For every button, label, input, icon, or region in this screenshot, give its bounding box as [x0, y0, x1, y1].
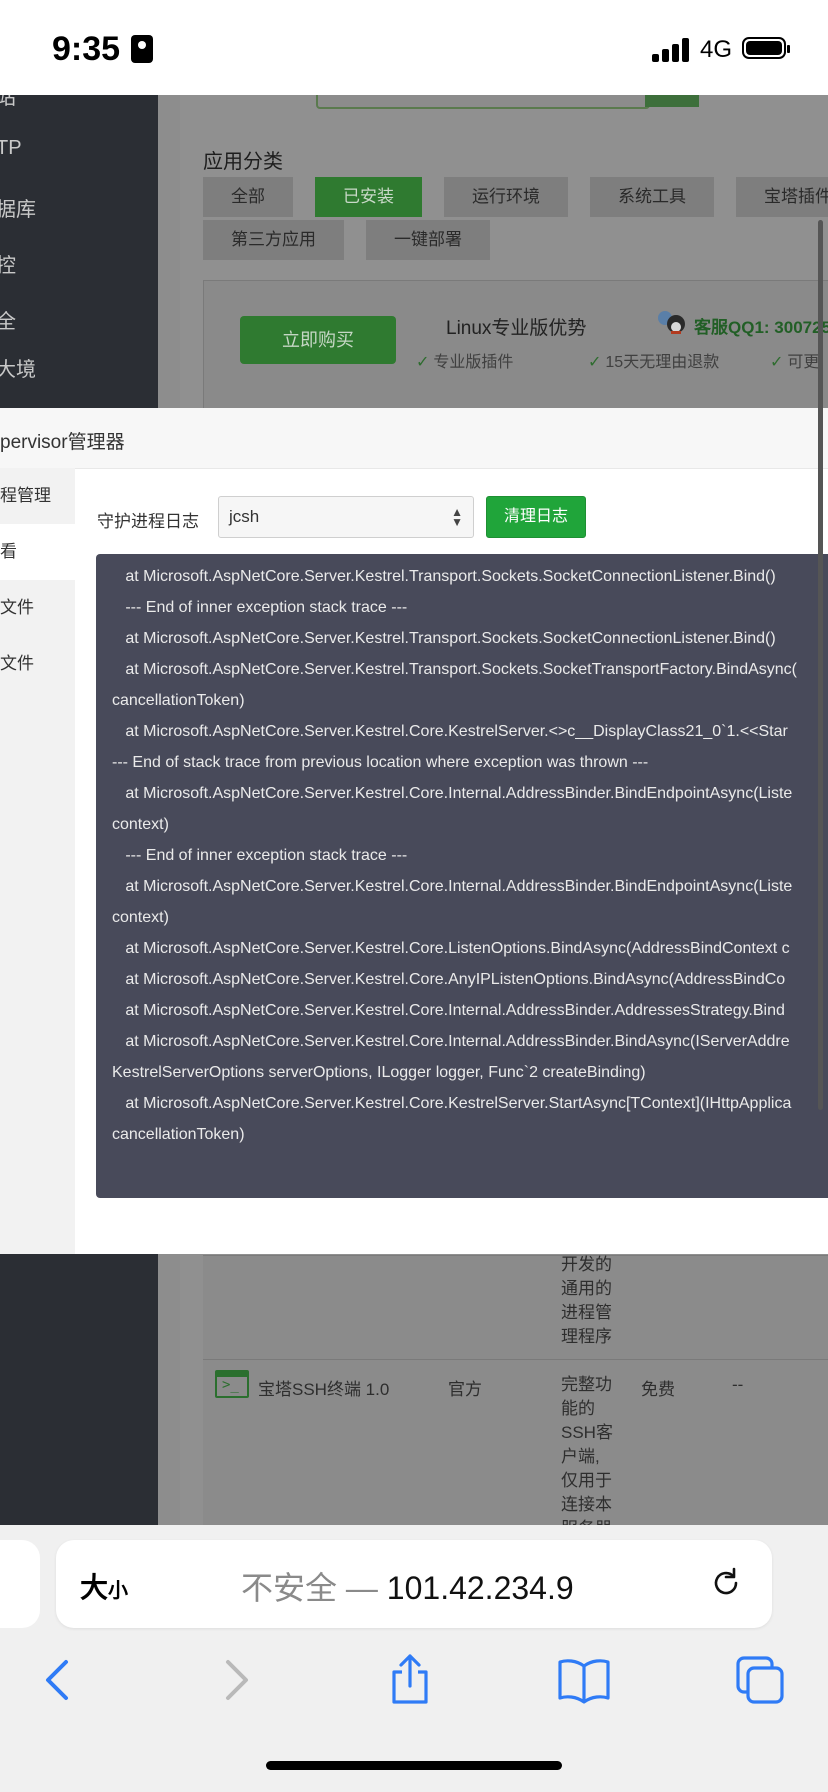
log-line: at Microsoft.AspNetCore.Server.Kestrel.C… — [112, 878, 793, 895]
insecure-label: 不安全 — — [241, 1570, 387, 1606]
tab-process-management[interactable]: 程管理 — [0, 468, 75, 524]
feature-item: ✓ 专业版插件 — [416, 354, 514, 371]
back-icon[interactable] — [28, 1650, 88, 1710]
bg-sidebar-item[interactable]: 控 — [0, 249, 16, 278]
home-indicator — [266, 1761, 562, 1770]
status-bar: 9:35 4G — [0, 0, 828, 95]
log-line: at Microsoft.AspNetCore.Server.Kestrel.C… — [112, 723, 788, 740]
previous-tab-preview[interactable] — [0, 1540, 40, 1628]
bg-sidebar-item[interactable]: 据库 — [0, 193, 36, 222]
vertical-scrollbar[interactable] — [818, 220, 823, 1110]
process-select-value: jcsh — [229, 507, 260, 526]
modal-tab-list: 程管理 看 文件 文件 — [0, 468, 75, 1254]
log-line: cancellationToken) — [112, 1126, 245, 1143]
bg-search-input[interactable] — [316, 95, 650, 109]
plugin-desc: 完整功 能的 SSH客 户端, 仅用于 连接本 服务器 — [561, 1375, 613, 1525]
log-line: at Microsoft.AspNetCore.Server.Kestrel.C… — [112, 1095, 792, 1112]
log-line: at Microsoft.AspNetCore.Server.Kestrel.C… — [112, 971, 786, 988]
bg-sidebar-item[interactable]: 全 — [0, 305, 16, 334]
tab-log-file[interactable]: 文件 — [0, 636, 75, 692]
tab-log-view[interactable]: 看 — [0, 524, 75, 580]
log-line: at Microsoft.AspNetCore.Server.Kestrel.T… — [112, 630, 776, 647]
feature-item: ✓ 可更 — [770, 354, 820, 371]
category-one-click[interactable]: 一键部署 — [366, 220, 490, 260]
process-select[interactable]: jcsh ▲ ▼ — [218, 496, 474, 538]
log-line: at Microsoft.AspNetCore.Server.Kestrel.C… — [112, 785, 793, 802]
feature-item: ✓ 15天无理由退款 — [588, 354, 720, 371]
bookmarks-icon[interactable] — [554, 1650, 614, 1710]
plugin-expire: -- — [732, 1375, 744, 1394]
log-line: at Microsoft.AspNetCore.Server.Kestrel.T… — [112, 568, 776, 585]
share-icon[interactable] — [380, 1650, 440, 1710]
log-line: --- End of inner exception stack trace -… — [112, 847, 408, 864]
qq-contact[interactable]: 客服QQ1: 300725 — [694, 313, 828, 338]
log-line: context) — [112, 816, 169, 833]
log-line: cancellationToken) — [112, 692, 245, 709]
category-system-tools[interactable]: 系统工具 — [590, 177, 714, 217]
log-line: at Microsoft.AspNetCore.Server.Kestrel.C… — [112, 1002, 785, 1019]
check-icon: ✓ — [416, 354, 430, 371]
log-output[interactable]: at Microsoft.AspNetCore.Server.Kestrel.T… — [96, 554, 828, 1198]
row-divider — [203, 1359, 828, 1360]
plugin-price: 免费 — [641, 1380, 675, 1399]
check-icon: ✓ — [588, 354, 602, 371]
bg-sidebar-item[interactable]: TP — [0, 137, 22, 160]
tab-config-file[interactable]: 文件 — [0, 580, 75, 636]
clear-log-button[interactable]: 清理日志 — [486, 496, 586, 538]
browser-toolbar: 大小 不安全 — 101.42.234.9 — [0, 1525, 828, 1792]
log-line: context) — [112, 909, 169, 926]
pro-title: Linux专业版优势 — [446, 318, 587, 339]
buy-now-button[interactable]: 立即购买 — [240, 316, 396, 364]
qq-icon — [658, 311, 685, 334]
cellular-signal-icon — [652, 38, 692, 62]
log-line: at Microsoft.AspNetCore.Server.Kestrel.C… — [112, 940, 790, 957]
modal-title: pervisor管理器 — [0, 432, 125, 453]
daemon-log-label: 守护进程日志 — [97, 512, 199, 531]
check-icon: ✓ — [770, 354, 784, 371]
forward-icon[interactable] — [206, 1650, 266, 1710]
status-time: 9:35 — [52, 30, 121, 68]
chevron-updown-icon: ▲ ▼ — [451, 505, 463, 529]
terminal-icon: >_ — [215, 1370, 249, 1398]
category-installed[interactable]: 已安装 — [315, 177, 422, 217]
log-line: --- End of stack trace from previous loc… — [112, 754, 649, 771]
plugin-desc: 开发的 通用的 进程管 理程序 — [561, 1255, 612, 1346]
log-line: at Microsoft.AspNetCore.Server.Kestrel.T… — [112, 661, 797, 678]
address-bar[interactable]: 大小 不安全 — 101.42.234.9 — [56, 1540, 772, 1628]
network-type: 4G — [700, 36, 733, 63]
supervisor-modal: pervisor管理器 程管理 看 文件 文件 守护进程日志 jcsh ▲ ▼ 清… — [0, 408, 828, 1254]
tabs-icon[interactable] — [730, 1650, 790, 1710]
contact-card-icon — [131, 35, 153, 63]
bg-sidebar-item[interactable]: 大境 — [0, 353, 36, 382]
category-bt-plugins[interactable]: 宝塔插件 — [736, 177, 828, 217]
log-line: KestrelServerOptions serverOptions, ILog… — [112, 1064, 646, 1081]
text-size-button[interactable]: 大小 — [80, 1566, 128, 1606]
plugin-developer: 官方 — [448, 1380, 482, 1399]
category-label: 应用分类 — [203, 151, 283, 173]
reload-icon[interactable] — [709, 1566, 743, 1600]
bg-search-button[interactable] — [645, 95, 699, 107]
plugin-name[interactable]: 宝塔SSH终端 1.0 — [258, 1375, 389, 1400]
url-text[interactable]: 不安全 — 101.42.234.9 — [241, 1563, 574, 1609]
log-line: --- End of inner exception stack trace -… — [112, 599, 408, 616]
battery-icon — [742, 37, 790, 59]
category-runtime[interactable]: 运行环境 — [444, 177, 568, 217]
modal-header: pervisor管理器 — [0, 408, 828, 469]
category-third-party[interactable]: 第三方应用 — [203, 220, 344, 260]
category-all[interactable]: 全部 — [203, 177, 293, 217]
bg-sidebar-item[interactable]: 站 — [0, 95, 16, 110]
url-host: 101.42.234.9 — [386, 1570, 574, 1606]
log-line: at Microsoft.AspNetCore.Server.Kestrel.C… — [112, 1033, 790, 1050]
